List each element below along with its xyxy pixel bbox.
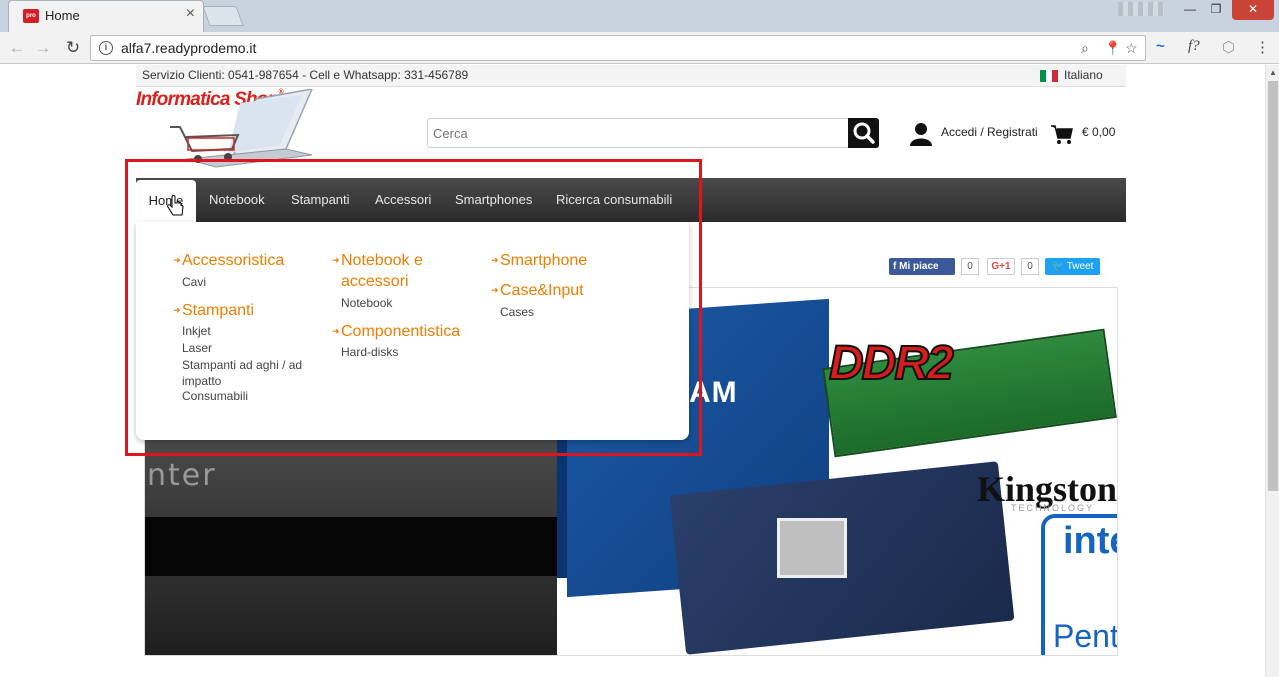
customer-service-text: Servizio Clienti: 0541-987654 - Cell e W… bbox=[142, 68, 469, 82]
search-button[interactable] bbox=[848, 118, 879, 148]
reload-icon[interactable]: ↻ bbox=[62, 37, 84, 59]
site-info-icon[interactable]: i bbox=[99, 41, 113, 55]
facebook-like-button[interactable]: f Mi piace bbox=[889, 258, 955, 275]
gplus-button[interactable]: G+1 bbox=[987, 258, 1015, 275]
extension-font-icon[interactable]: f? bbox=[1188, 38, 1200, 55]
maximize-icon[interactable]: ❐ bbox=[1200, 0, 1232, 20]
extension-wave-icon[interactable]: ~ bbox=[1156, 38, 1165, 55]
highlight-box bbox=[125, 159, 702, 456]
kingston-sub-text: TECHNOLOGY bbox=[1011, 503, 1095, 513]
ddr2-text: DDR2 bbox=[828, 336, 955, 391]
close-window-icon[interactable]: ✕ bbox=[1232, 0, 1274, 20]
language-selector[interactable]: Italiano bbox=[1064, 68, 1103, 82]
tab-title: Home bbox=[45, 8, 80, 23]
twitter-bird-icon: 🐦 bbox=[1051, 261, 1067, 272]
forward-icon[interactable]: → bbox=[32, 37, 54, 59]
address-bar[interactable]: i alfa7.readyprodemo.it ⌕ 📍 ☆ bbox=[90, 35, 1146, 61]
user-icon[interactable] bbox=[910, 122, 932, 146]
search-input[interactable] bbox=[427, 118, 849, 148]
profile-button[interactable] bbox=[1118, 2, 1164, 16]
italy-flag-icon[interactable] bbox=[1040, 70, 1058, 82]
tab-close-icon[interactable]: × bbox=[186, 5, 195, 23]
pin-icon[interactable]: 📍 bbox=[1104, 40, 1121, 57]
scroll-up-icon[interactable]: ▲ bbox=[1269, 68, 1277, 77]
page-scrollbar[interactable]: ▲ bbox=[1265, 65, 1279, 677]
facebook-like-count: 0 bbox=[961, 258, 979, 275]
back-icon[interactable]: ← bbox=[6, 37, 28, 59]
gplus-count: 0 bbox=[1021, 258, 1039, 275]
pentium-text: Pent bbox=[1053, 618, 1118, 654]
scrollbar-thumb[interactable] bbox=[1268, 81, 1278, 491]
login-register-link[interactable]: Accedi / Registrati bbox=[941, 125, 1038, 139]
url-text[interactable]: alfa7.readyprodemo.it bbox=[121, 40, 256, 56]
zoom-icon[interactable]: ⌕ bbox=[1081, 40, 1089, 57]
tab-strip: pro Home × — ❐ ✕ bbox=[0, 0, 1279, 32]
search-icon bbox=[853, 122, 875, 144]
web-page: Servizio Clienti: 0541-987654 - Cell e W… bbox=[0, 65, 1279, 677]
site-favicon-icon: pro bbox=[23, 9, 39, 23]
cart-total[interactable]: € 0,00 bbox=[1082, 125, 1115, 139]
top-info-bar: Servizio Clienti: 0541-987654 - Cell e W… bbox=[136, 65, 1126, 87]
enter-key-text: nter bbox=[147, 458, 217, 493]
intel-logo-text: intel bbox=[1063, 520, 1117, 562]
browser-toolbar: ← → ↻ i alfa7.readyprodemo.it ⌕ 📍 ☆ ~ f?… bbox=[0, 32, 1279, 64]
cpu-socket bbox=[777, 518, 847, 578]
extension-box-icon[interactable]: ⬡ bbox=[1222, 38, 1235, 56]
new-tab-button[interactable] bbox=[202, 6, 244, 26]
bookmark-star-icon[interactable]: ☆ bbox=[1125, 40, 1138, 57]
browser-tab[interactable]: pro Home × bbox=[8, 0, 204, 32]
browser-menu-icon[interactable]: ⋮ bbox=[1255, 38, 1270, 56]
cart-icon[interactable] bbox=[1051, 125, 1073, 145]
hand-cursor-icon bbox=[167, 195, 184, 216]
tweet-button[interactable]: 🐦 Tweet bbox=[1045, 258, 1100, 275]
